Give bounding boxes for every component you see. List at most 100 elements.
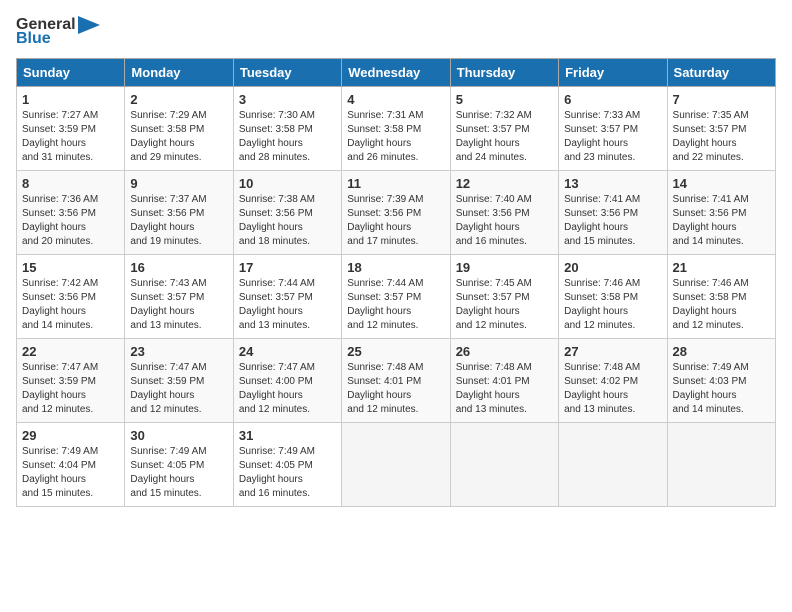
day-number: 7	[673, 92, 770, 107]
logo: General Blue	[16, 16, 100, 48]
col-header-sunday: Sunday	[17, 59, 125, 87]
day-info: Sunrise: 7:45 AMSunset: 3:57 PMDaylight …	[456, 277, 553, 333]
day-info: Sunrise: 7:44 AMSunset: 3:57 PMDaylight …	[239, 277, 336, 333]
header: General Blue	[16, 16, 776, 48]
day-number: 6	[564, 92, 661, 107]
day-info: Sunrise: 7:33 AMSunset: 3:57 PMDaylight …	[564, 109, 661, 165]
day-number: 24	[239, 344, 336, 359]
day-number: 31	[239, 428, 336, 443]
logo-text: General Blue	[16, 16, 100, 48]
calendar-cell: 24 Sunrise: 7:47 AMSunset: 4:00 PMDayligh…	[233, 339, 341, 423]
calendar-cell	[559, 423, 667, 507]
calendar-cell: 12 Sunrise: 7:40 AMSunset: 3:56 PMDayligh…	[450, 171, 558, 255]
day-number: 26	[456, 344, 553, 359]
calendar-week-row: 29 Sunrise: 7:49 AMSunset: 4:04 PMDayligh…	[17, 423, 776, 507]
calendar-cell: 28 Sunrise: 7:49 AMSunset: 4:03 PMDayligh…	[667, 339, 775, 423]
calendar-week-row: 1Sunrise: 7:27 AMSunset: 3:59 PMDaylight…	[17, 87, 776, 171]
calendar-cell: 21 Sunrise: 7:46 AMSunset: 3:58 PMDayligh…	[667, 255, 775, 339]
day-number: 29	[22, 428, 119, 443]
day-info: Sunrise: 7:48 AMSunset: 4:01 PMDaylight …	[456, 361, 553, 417]
calendar-cell: 3 Sunrise: 7:30 AMSunset: 3:58 PMDaylight…	[233, 87, 341, 171]
day-info: Sunrise: 7:32 AMSunset: 3:57 PMDaylight …	[456, 109, 553, 165]
day-info: Sunrise: 7:47 AMSunset: 3:59 PMDaylight …	[130, 361, 227, 417]
calendar-cell	[667, 423, 775, 507]
day-number: 10	[239, 176, 336, 191]
calendar-cell: 25 Sunrise: 7:48 AMSunset: 4:01 PMDayligh…	[342, 339, 450, 423]
calendar-cell: 18Sunrise: 7:44 AMSunset: 3:57 PMDayligh…	[342, 255, 450, 339]
day-number: 4	[347, 92, 444, 107]
day-info: Sunrise: 7:48 AMSunset: 4:01 PMDaylight …	[347, 361, 444, 417]
calendar-cell: 17 Sunrise: 7:44 AMSunset: 3:57 PMDayligh…	[233, 255, 341, 339]
col-header-tuesday: Tuesday	[233, 59, 341, 87]
calendar-week-row: 8Sunrise: 7:36 AMSunset: 3:56 PMDaylight…	[17, 171, 776, 255]
calendar-cell: 13 Sunrise: 7:41 AMSunset: 3:56 PMDayligh…	[559, 171, 667, 255]
calendar-cell: 11 Sunrise: 7:39 AMSunset: 3:56 PMDayligh…	[342, 171, 450, 255]
calendar-cell: 26 Sunrise: 7:48 AMSunset: 4:01 PMDayligh…	[450, 339, 558, 423]
day-info: Sunrise: 7:47 AMSunset: 3:59 PMDaylight …	[22, 361, 119, 417]
calendar-cell	[342, 423, 450, 507]
calendar-cell: 6 Sunrise: 7:33 AMSunset: 3:57 PMDaylight…	[559, 87, 667, 171]
calendar-week-row: 15Sunrise: 7:42 AMSunset: 3:56 PMDayligh…	[17, 255, 776, 339]
col-header-wednesday: Wednesday	[342, 59, 450, 87]
day-info: Sunrise: 7:31 AMSunset: 3:58 PMDaylight …	[347, 109, 444, 165]
day-number: 1	[22, 92, 119, 107]
day-info: Sunrise: 7:49 AMSunset: 4:04 PMDaylight …	[22, 445, 119, 501]
day-info: Sunrise: 7:43 AMSunset: 3:57 PMDaylight …	[130, 277, 227, 333]
day-number: 30	[130, 428, 227, 443]
day-info: Sunrise: 7:40 AMSunset: 3:56 PMDaylight …	[456, 193, 553, 249]
day-number: 17	[239, 260, 336, 275]
day-number: 11	[347, 176, 444, 191]
day-info: Sunrise: 7:46 AMSunset: 3:58 PMDaylight …	[564, 277, 661, 333]
day-info: Sunrise: 7:30 AMSunset: 3:58 PMDaylight …	[239, 109, 336, 165]
calendar-cell: 2Sunrise: 7:29 AMSunset: 3:58 PMDaylight…	[125, 87, 233, 171]
day-number: 12	[456, 176, 553, 191]
day-number: 19	[456, 260, 553, 275]
day-info: Sunrise: 7:49 AMSunset: 4:05 PMDaylight …	[239, 445, 336, 501]
calendar-cell: 4 Sunrise: 7:31 AMSunset: 3:58 PMDaylight…	[342, 87, 450, 171]
day-info: Sunrise: 7:46 AMSunset: 3:58 PMDaylight …	[673, 277, 770, 333]
calendar-cell: 29 Sunrise: 7:49 AMSunset: 4:04 PMDayligh…	[17, 423, 125, 507]
day-number: 27	[564, 344, 661, 359]
calendar-cell: 15Sunrise: 7:42 AMSunset: 3:56 PMDayligh…	[17, 255, 125, 339]
day-number: 21	[673, 260, 770, 275]
calendar-cell: 10 Sunrise: 7:38 AMSunset: 3:56 PMDayligh…	[233, 171, 341, 255]
calendar-cell: 27Sunrise: 7:48 AMSunset: 4:02 PMDayligh…	[559, 339, 667, 423]
calendar-cell: 23 Sunrise: 7:47 AMSunset: 3:59 PMDayligh…	[125, 339, 233, 423]
calendar-cell: 19 Sunrise: 7:45 AMSunset: 3:57 PMDayligh…	[450, 255, 558, 339]
day-number: 28	[673, 344, 770, 359]
day-number: 25	[347, 344, 444, 359]
day-number: 9	[130, 176, 227, 191]
day-number: 3	[239, 92, 336, 107]
day-number: 13	[564, 176, 661, 191]
col-header-thursday: Thursday	[450, 59, 558, 87]
calendar-week-row: 22 Sunrise: 7:47 AMSunset: 3:59 PMDayligh…	[17, 339, 776, 423]
day-info: Sunrise: 7:47 AMSunset: 4:00 PMDaylight …	[239, 361, 336, 417]
calendar-table: SundayMondayTuesdayWednesdayThursdayFrid…	[16, 58, 776, 507]
day-number: 8	[22, 176, 119, 191]
day-info: Sunrise: 7:38 AMSunset: 3:56 PMDaylight …	[239, 193, 336, 249]
calendar-cell: 14Sunrise: 7:41 AMSunset: 3:56 PMDayligh…	[667, 171, 775, 255]
day-info: Sunrise: 7:41 AMSunset: 3:56 PMDaylight …	[564, 193, 661, 249]
calendar-cell: 22 Sunrise: 7:47 AMSunset: 3:59 PMDayligh…	[17, 339, 125, 423]
day-info: Sunrise: 7:39 AMSunset: 3:56 PMDaylight …	[347, 193, 444, 249]
col-header-saturday: Saturday	[667, 59, 775, 87]
calendar-cell: 5Sunrise: 7:32 AMSunset: 3:57 PMDaylight…	[450, 87, 558, 171]
calendar-cell: 1Sunrise: 7:27 AMSunset: 3:59 PMDaylight…	[17, 87, 125, 171]
calendar-cell: 30 Sunrise: 7:49 AMSunset: 4:05 PMDayligh…	[125, 423, 233, 507]
calendar-cell: 20Sunrise: 7:46 AMSunset: 3:58 PMDayligh…	[559, 255, 667, 339]
calendar-cell: 7Sunrise: 7:35 AMSunset: 3:57 PMDaylight…	[667, 87, 775, 171]
day-number: 16	[130, 260, 227, 275]
calendar-header-row: SundayMondayTuesdayWednesdayThursdayFrid…	[17, 59, 776, 87]
day-info: Sunrise: 7:49 AMSunset: 4:03 PMDaylight …	[673, 361, 770, 417]
day-info: Sunrise: 7:49 AMSunset: 4:05 PMDaylight …	[130, 445, 227, 501]
day-number: 22	[22, 344, 119, 359]
calendar-cell: 31 Sunrise: 7:49 AMSunset: 4:05 PMDayligh…	[233, 423, 341, 507]
day-number: 15	[22, 260, 119, 275]
day-number: 23	[130, 344, 227, 359]
col-header-friday: Friday	[559, 59, 667, 87]
day-info: Sunrise: 7:37 AMSunset: 3:56 PMDaylight …	[130, 193, 227, 249]
logo-wing-icon	[78, 16, 100, 34]
day-info: Sunrise: 7:41 AMSunset: 3:56 PMDaylight …	[673, 193, 770, 249]
col-header-monday: Monday	[125, 59, 233, 87]
calendar-cell: 9 Sunrise: 7:37 AMSunset: 3:56 PMDaylight…	[125, 171, 233, 255]
